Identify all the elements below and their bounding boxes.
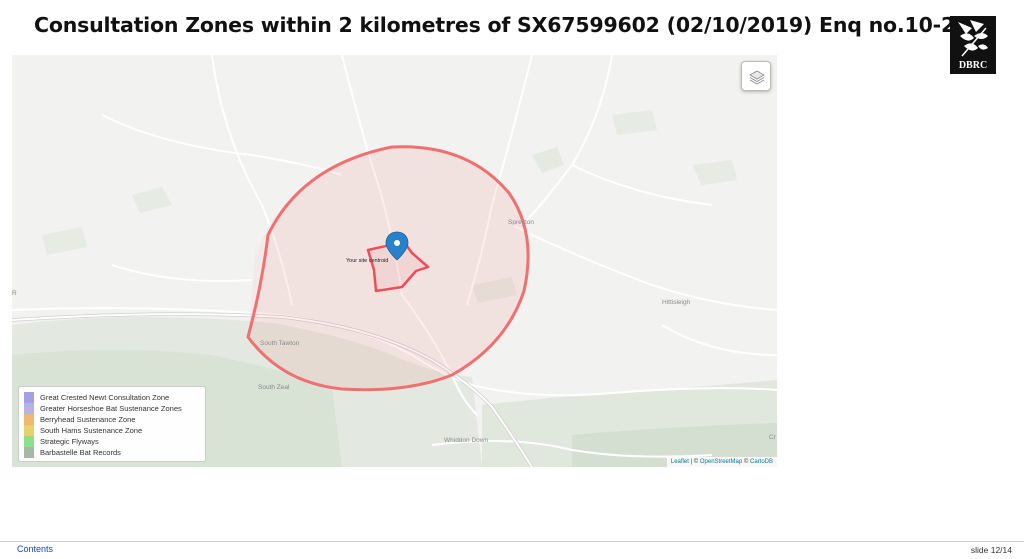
legend-label: Greater Horseshoe Bat Sustenance Zones	[40, 404, 182, 413]
place-spreyton: Spreyton	[508, 219, 535, 226]
layers-button[interactable]	[741, 61, 771, 91]
place-south-tawton: South Tawton	[260, 340, 300, 347]
legend-label: Berryhead Sustenance Zone	[40, 415, 136, 424]
leaf-logo-icon	[958, 20, 988, 57]
slide-title: Consultation Zones within 2 kilometres o…	[34, 13, 984, 37]
attribution-separator: | ©	[688, 459, 700, 465]
attribution-copyright: ©	[742, 459, 750, 465]
layers-icon	[749, 70, 765, 85]
legend-label: Barbastelle Bat Records	[40, 448, 121, 457]
legend-label: Great Crested Newt Consultation Zone	[40, 393, 170, 402]
contents-link[interactable]: Contents	[17, 544, 53, 554]
place-hittisleigh: Hittisleigh	[662, 299, 691, 306]
legend-item: Great Crested Newt Consultation Zone	[24, 392, 205, 403]
place-south-zeal: South Zeal	[258, 384, 290, 391]
place-left-edge: R	[12, 290, 17, 297]
dbrc-logo: DBRC	[950, 16, 996, 74]
legend-swatch	[24, 403, 34, 414]
legend-item: Greater Horseshoe Bat Sustenance Zones	[24, 403, 205, 414]
place-whiddon-down: Whiddon Down	[444, 437, 489, 444]
legend-label: Strategic Flyways	[40, 437, 99, 446]
openstreetmap-link[interactable]: OpenStreetMap	[700, 459, 742, 465]
map-panel[interactable]: Spreyton South Tawton South Zeal Hittisl…	[12, 55, 777, 467]
footer-divider	[0, 541, 1024, 542]
cartodb-link[interactable]: CartoDB	[750, 459, 773, 465]
logo-text: DBRC	[958, 60, 988, 71]
map-attribution: Leaflet | © OpenStreetMap © CartoDB	[666, 457, 777, 467]
legend-swatch	[24, 392, 34, 403]
place-right-edge: Cr	[769, 434, 776, 441]
legend-item: Berryhead Sustenance Zone	[24, 414, 205, 425]
legend-swatch	[24, 436, 34, 447]
legend-swatch	[24, 425, 34, 436]
legend-item: Barbastelle Bat Records	[24, 447, 205, 458]
legend-item: South Hams Sustenance Zone	[24, 425, 205, 436]
legend-item: Strategic Flyways	[24, 436, 205, 447]
slide-number: slide 12/14	[970, 545, 1012, 555]
leaflet-link[interactable]: Leaflet	[671, 459, 689, 465]
site-centroid-label: Your site centroid	[346, 258, 389, 264]
legend-label: South Hams Sustenance Zone	[40, 426, 143, 435]
legend-swatch	[24, 414, 34, 425]
legend-swatch	[24, 447, 34, 458]
map-legend: Great Crested Newt Consultation Zone Grea…	[18, 386, 206, 462]
